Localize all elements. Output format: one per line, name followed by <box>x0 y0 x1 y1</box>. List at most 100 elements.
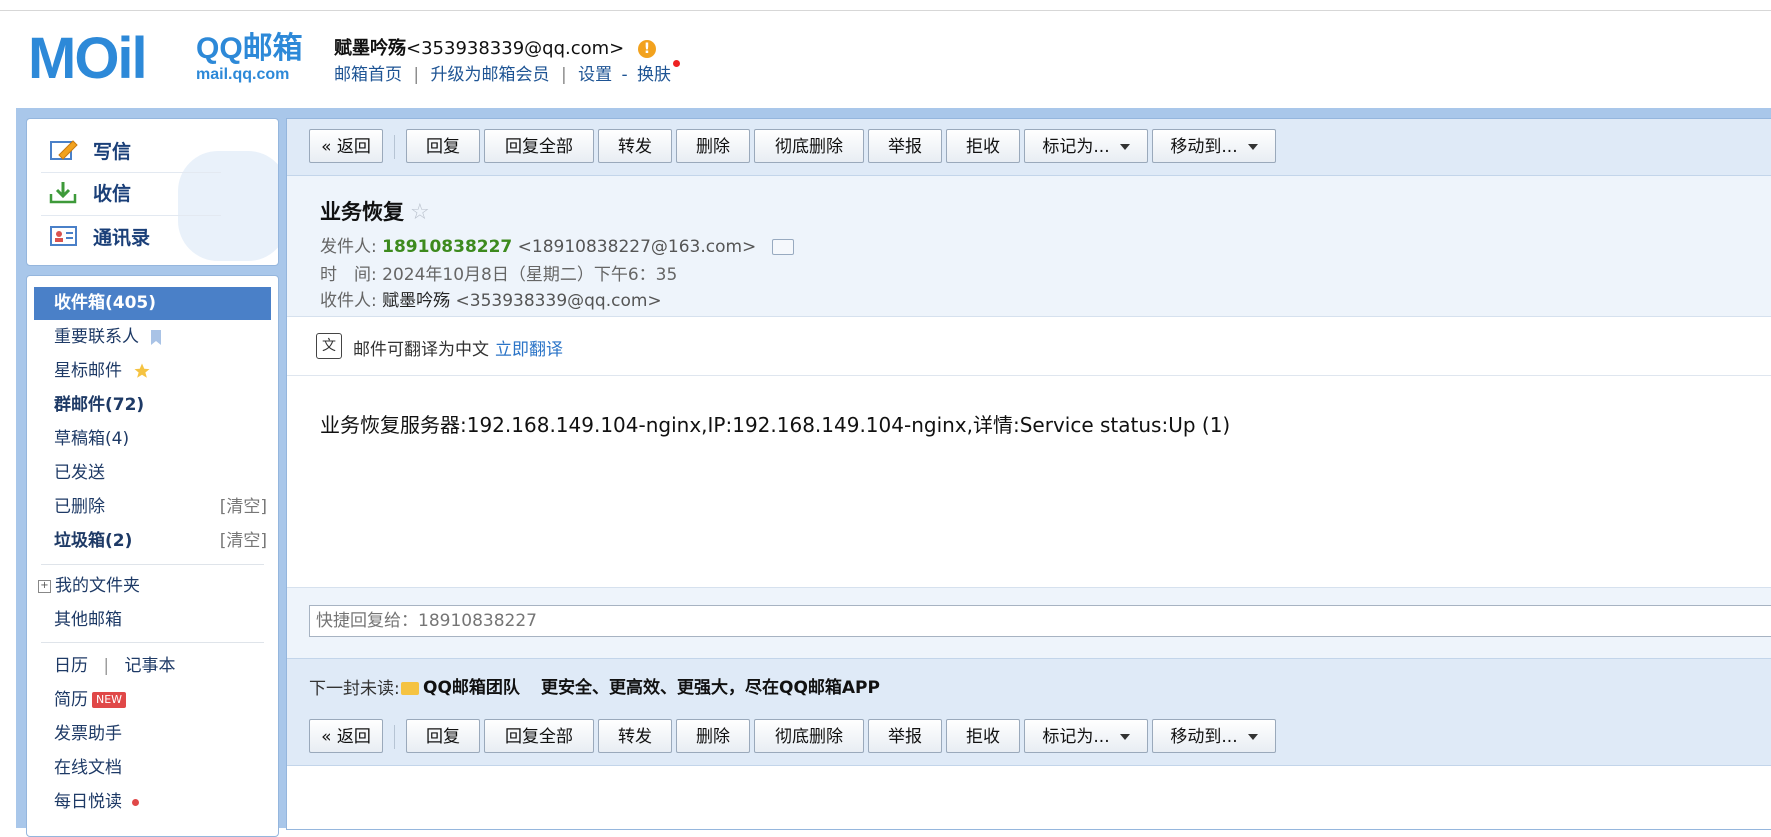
link-settings[interactable]: 设置 <box>578 65 612 85</box>
resume-link[interactable]: 简历 NEW <box>34 684 271 717</box>
sender-name[interactable]: 18910838227 <box>382 237 512 257</box>
receive-label: 收信 <box>93 182 132 205</box>
folder-starred[interactable]: 星标邮件 <box>34 355 271 388</box>
from-row: 发件人: 18910838227 <18910838227@163.com> <box>320 232 794 257</box>
contacts-icon <box>49 224 79 248</box>
star-toggle-icon[interactable]: ☆ <box>410 200 430 225</box>
logo-mark: MOil <box>28 26 148 91</box>
calendar-link[interactable]: 日历 <box>54 656 88 676</box>
folder-deleted[interactable]: 已删除 [清空] <box>34 491 271 524</box>
warning-icon[interactable]: ! <box>637 40 656 58</box>
notification-dot-icon <box>673 60 681 67</box>
envelope-icon <box>401 681 419 695</box>
translate-now-link[interactable]: 立即翻译 <box>495 335 563 360</box>
mark-as-label: 标记为... <box>1042 137 1110 157</box>
toolbar-separator <box>394 135 395 159</box>
expand-icon[interactable]: + <box>38 579 51 593</box>
quick-reply-input[interactable] <box>309 605 1771 637</box>
other-mail-label: 其他邮箱 <box>54 610 122 630</box>
reply-button[interactable]: 回复 <box>406 719 480 753</box>
link-skin[interactable]: 换肤 <box>637 65 671 85</box>
time-value: 2024年10月8日（星期二）下午6：35 <box>382 265 678 285</box>
notification-dot-icon <box>132 798 139 806</box>
translate-hint: 邮件可翻译为中文 <box>353 340 489 360</box>
folder-deleted-label: 已删除 <box>54 497 105 517</box>
folder-inbox[interactable]: 收件箱(405) <box>34 287 271 320</box>
folder-groups-label: 群邮件(72) <box>54 395 145 415</box>
divider <box>41 642 264 643</box>
next-unread-sender[interactable]: QQ邮箱团队 <box>401 673 520 698</box>
folder-drafts[interactable]: 草稿箱(4) <box>34 423 271 456</box>
back-button[interactable]: « 返回 <box>309 719 383 753</box>
subject-text: 业务恢复 <box>320 200 404 224</box>
next-unread-bar: 下一封未读: QQ邮箱团队 更安全、更高效、更强大，尽在QQ邮箱APP <box>287 658 1771 709</box>
report-button[interactable]: 举报 <box>868 719 942 753</box>
clear-deleted-button[interactable]: [清空] <box>220 491 267 524</box>
next-sender-text: QQ邮箱团队 <box>423 678 520 698</box>
qq-mail-logo[interactable]: MOil QQ邮箱 mail.qq.com <box>28 30 308 90</box>
from-label: 发件人: <box>320 237 377 257</box>
compose-button[interactable]: 写信 <box>49 131 131 169</box>
mail-subject: 业务恢复 ☆ <box>320 196 430 226</box>
mark-as-label: 标记为... <box>1042 727 1110 747</box>
link-upgrade-vip[interactable]: 升级为邮箱会员 <box>431 65 550 85</box>
reply-all-button[interactable]: 回复全部 <box>484 129 594 163</box>
delete-button[interactable]: 删除 <box>676 129 750 163</box>
mail-header: 业务恢复 ☆ 发件人: 18910838227 <18910838227@163.… <box>287 176 1771 317</box>
move-to-dropdown[interactable]: 移动到... <box>1152 129 1276 163</box>
divider <box>41 215 221 216</box>
delete-permanently-button[interactable]: 彻底删除 <box>754 129 864 163</box>
user-info: 赋墨吟殇<353938339@qq.com> ! <box>334 34 656 60</box>
folder-starred-label: 星标邮件 <box>54 361 122 381</box>
star-icon <box>134 363 150 378</box>
next-unread-label: 下一封未读: <box>309 679 400 699</box>
invoice-assistant-link[interactable]: 发票助手 <box>34 718 271 751</box>
folder-vip-contacts[interactable]: 重要联系人 <box>34 321 271 354</box>
folder-drafts-label: 草稿箱(4) <box>54 429 130 449</box>
folder-sent[interactable]: 已发送 <box>34 457 271 490</box>
link-separator: | <box>560 65 567 85</box>
divider <box>41 564 264 565</box>
forward-button[interactable]: 转发 <box>598 129 672 163</box>
reply-all-button[interactable]: 回复全部 <box>484 719 594 753</box>
move-to-dropdown[interactable]: 移动到... <box>1152 719 1276 753</box>
move-to-label: 移动到... <box>1170 727 1238 747</box>
mail-body: 业务恢复服务器:192.168.149.104-nginx,IP:192.168… <box>320 413 1231 437</box>
online-docs-link[interactable]: 在线文档 <box>34 752 271 785</box>
chevron-down-icon <box>1119 144 1130 150</box>
folder-groups[interactable]: 群邮件(72) <box>34 389 271 422</box>
link-separator: - <box>621 65 628 85</box>
folder-junk[interactable]: 垃圾箱(2) [清空] <box>34 525 271 558</box>
receive-button[interactable]: 收信 <box>49 173 131 211</box>
recipient-address: <353938339@qq.com> <box>455 291 662 311</box>
link-mail-home[interactable]: 邮箱首页 <box>334 65 402 85</box>
contacts-button[interactable]: 通讯录 <box>49 217 150 255</box>
clear-junk-button[interactable]: [清空] <box>220 525 267 558</box>
reject-button[interactable]: 拒收 <box>946 129 1020 163</box>
back-button[interactable]: « 返回 <box>309 129 383 163</box>
notes-link[interactable]: 记事本 <box>125 656 176 676</box>
delete-button[interactable]: 删除 <box>676 719 750 753</box>
forward-button[interactable]: 转发 <box>598 719 672 753</box>
quick-reply-area <box>287 587 1771 658</box>
recipient-name[interactable]: 赋墨吟殇 <box>382 291 450 311</box>
bottom-toolbar: « 返回 回复 回复全部 转发 删除 彻底删除 举报 拒收 标记为... 移动到… <box>287 709 1771 766</box>
folder-other-mail[interactable]: 其他邮箱 <box>34 604 271 637</box>
tools-row-calendar-notes: 日历 | 记事本 <box>34 650 271 683</box>
bookmark-icon <box>151 329 162 345</box>
contact-card-icon[interactable] <box>771 239 794 255</box>
folder-vip-label: 重要联系人 <box>54 327 139 347</box>
folder-my-folders[interactable]: + 我的文件夹 <box>34 570 271 603</box>
daily-reading-link[interactable]: 每日悦读 <box>34 786 271 819</box>
reply-button[interactable]: 回复 <box>406 129 480 163</box>
contacts-label: 通讯录 <box>93 226 151 249</box>
move-to-label: 移动到... <box>1170 137 1238 157</box>
delete-permanently-button[interactable]: 彻底删除 <box>754 719 864 753</box>
mark-as-dropdown[interactable]: 标记为... <box>1024 129 1148 163</box>
next-unread-subject[interactable]: 更安全、更高效、更强大，尽在QQ邮箱APP <box>541 673 880 698</box>
docs-label: 在线文档 <box>54 758 122 778</box>
reject-button[interactable]: 拒收 <box>946 719 1020 753</box>
report-button[interactable]: 举报 <box>868 129 942 163</box>
mark-as-dropdown[interactable]: 标记为... <box>1024 719 1148 753</box>
toolbar-separator <box>394 725 395 749</box>
